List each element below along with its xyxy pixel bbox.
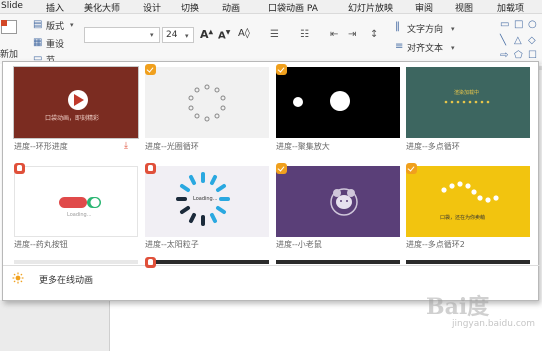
- menu-review[interactable]: 审阅: [415, 1, 433, 14]
- align-text-button[interactable]: 对齐文本: [407, 41, 443, 54]
- watermark-url: jingyan.baidu.com: [452, 319, 536, 329]
- checkmark-badge-icon: [276, 64, 287, 75]
- rectangle-shape-icon[interactable]: □: [514, 20, 523, 30]
- animation-thumbnail-partial[interactable]: [276, 260, 400, 264]
- new-slide-label[interactable]: 新加: [0, 47, 18, 60]
- shrink-font-icon[interactable]: A▼: [218, 29, 230, 41]
- text-direction-icon: ‖: [395, 21, 400, 32]
- oval-shape-icon[interactable]: ○: [528, 20, 537, 30]
- baidu-watermark: Bai度 jingyan.baidu.com: [418, 285, 542, 351]
- arrow-shape-icon[interactable]: ⇨: [500, 51, 508, 61]
- menu-design[interactable]: 设计: [143, 1, 161, 14]
- layout-button[interactable]: 版式: [46, 19, 64, 32]
- reset-icon: ▦: [33, 37, 43, 48]
- menu-view[interactable]: 视图: [455, 1, 473, 14]
- animation-thumbnail-partial[interactable]: [406, 260, 530, 264]
- animation-label[interactable]: 进度--药丸按钮: [14, 239, 68, 250]
- text-direction-button[interactable]: 文字方向: [407, 22, 443, 35]
- animation-label[interactable]: 进度--小老鼠: [276, 239, 322, 250]
- triangle-shape-icon[interactable]: △: [514, 36, 522, 46]
- animation-thumbnail-partial[interactable]: [145, 260, 269, 264]
- indent-increase-icon[interactable]: ⇥: [348, 30, 356, 40]
- ribbon: 新加 ▤ 版式 ▾ ▦ 重设 ▭ 节 ▾ 24 ▾ A▲ A▼ A◊ ☰ ☷ ⇤…: [0, 14, 542, 66]
- animation-thumbnail[interactable]: [276, 67, 400, 138]
- animation-thumbnail[interactable]: 口袋动画，即刻精彩: [13, 66, 139, 139]
- ring-progress-preview: [68, 90, 88, 110]
- layout-icon: ▤: [33, 19, 43, 30]
- download-icon[interactable]: ⤓: [124, 141, 128, 151]
- menu-animations[interactable]: 动画: [222, 1, 240, 14]
- menu-insert[interactable]: 插入: [46, 1, 64, 14]
- thumbnail-caption: 口袋动画，即刻精彩: [45, 115, 100, 122]
- checkmark-badge-icon: [406, 163, 417, 174]
- gallery-divider: [3, 265, 540, 266]
- animation-thumbnail[interactable]: 口袋，还在为你卖萌: [406, 166, 530, 237]
- font-name-select[interactable]: [84, 27, 160, 43]
- new-slide-icon[interactable]: [1, 20, 17, 34]
- animation-thumbnail[interactable]: [276, 166, 400, 237]
- diamond-shape-icon[interactable]: ◇: [528, 36, 536, 46]
- chevron-down-icon: ▾: [451, 44, 455, 52]
- watermark-logo: Bai度: [426, 294, 490, 320]
- animation-gallery-dropdown: 口袋动画，即刻精彩 进度--环形进度 ⤓ 进度--光圈循环 进度--聚集放大 渲…: [2, 61, 540, 301]
- indent-decrease-icon[interactable]: ⇤: [330, 30, 338, 40]
- pentagon-shape-icon[interactable]: ⬠: [514, 51, 523, 61]
- menu-transitions[interactable]: 切换: [181, 1, 199, 14]
- animation-label[interactable]: 进度--光圈循环: [145, 141, 199, 152]
- shapes-gallery[interactable]: ▭ □ ○ ╲ △ ◇ ⇨ ⬠ ☐: [498, 18, 542, 64]
- clear-format-icon[interactable]: A◊: [238, 28, 250, 39]
- bullets-icon[interactable]: ☰: [270, 30, 279, 40]
- line-shape-icon[interactable]: ╲: [500, 36, 506, 46]
- little-mouse-preview: [330, 188, 358, 216]
- grow-font-icon[interactable]: A▲: [200, 28, 213, 41]
- halo-loop-preview: [188, 84, 226, 122]
- lock-badge-icon: [145, 163, 156, 174]
- thumbnail-caption: 渲染加载中: [454, 90, 480, 96]
- animation-label[interactable]: 进度--聚集放大: [276, 141, 330, 152]
- menu-slide[interactable]: Slide: [1, 1, 23, 11]
- more-online-animations-label: 更多在线动画: [39, 276, 94, 286]
- animation-label[interactable]: 进度--环形进度: [14, 141, 68, 152]
- multi-dot-loop-preview: [444, 100, 490, 104]
- animation-label[interactable]: 进度--多点循环2: [406, 239, 465, 250]
- checkmark-badge-icon: [276, 163, 287, 174]
- sun-icon: [12, 272, 24, 284]
- animation-label[interactable]: 进度--太阳粒子: [145, 239, 199, 250]
- numbering-icon[interactable]: ☷: [300, 30, 309, 40]
- animation-label[interactable]: 进度--多点循环: [406, 141, 460, 152]
- menu-addins[interactable]: 加载项: [497, 1, 524, 14]
- pill-button-preview: [59, 197, 101, 208]
- menu-beautify[interactable]: 美化大师: [84, 1, 120, 14]
- gather-zoom-preview: [293, 91, 350, 111]
- chevron-down-icon: ▾: [185, 32, 189, 40]
- thumbnail-caption: Loading...: [193, 196, 218, 202]
- menu-bar: Slide 插入 美化大师 设计 切换 动画 口袋动画 PA 幻灯片放映 审阅 …: [0, 0, 542, 14]
- animation-thumbnail-partial[interactable]: [14, 260, 138, 264]
- line-spacing-icon[interactable]: ↕: [370, 30, 378, 40]
- lock-badge-icon: [145, 257, 156, 268]
- callout-shape-icon[interactable]: ☐: [528, 51, 537, 61]
- thumbnail-caption: 口袋，还在为你卖萌: [440, 215, 486, 221]
- animation-thumbnail[interactable]: [145, 67, 269, 138]
- chevron-down-icon: ▾: [451, 25, 455, 33]
- font-size-select[interactable]: 24 ▾: [162, 27, 194, 43]
- chevron-down-icon: ▾: [70, 21, 74, 29]
- textbox-shape-icon[interactable]: ▭: [500, 20, 509, 30]
- animation-thumbnail[interactable]: Loading...: [14, 166, 138, 237]
- reset-button[interactable]: 重设: [46, 37, 64, 50]
- align-text-icon: ≡: [395, 41, 404, 52]
- animation-thumbnail[interactable]: 渲染加载中: [406, 67, 530, 138]
- font-size-value: 24: [166, 30, 178, 40]
- chevron-down-icon[interactable]: ▾: [150, 30, 154, 40]
- animation-thumbnail[interactable]: Loading...: [145, 166, 269, 237]
- checkmark-badge-icon: [145, 64, 156, 75]
- lock-badge-icon: [14, 163, 25, 174]
- menu-slideshow[interactable]: 幻灯片放映: [348, 1, 393, 14]
- multi-dot-loop-2-preview: [441, 181, 499, 203]
- menu-pocket-animation[interactable]: 口袋动画 PA: [268, 1, 318, 14]
- slide-thumbnail-pane[interactable]: [0, 300, 110, 351]
- thumbnail-caption: Loading...: [67, 212, 92, 218]
